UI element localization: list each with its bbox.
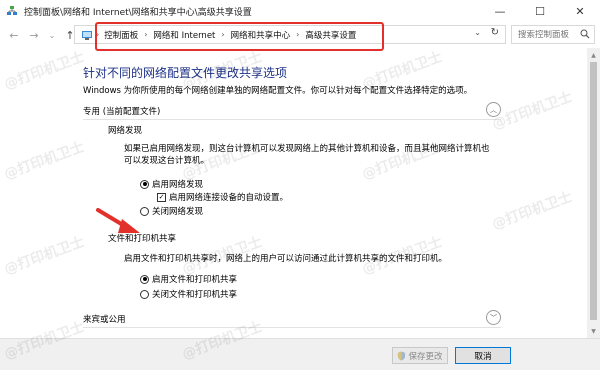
window-title: 控制面板\网络和 Internet\网络和共享中心\高级共享设置 xyxy=(24,7,252,18)
save-changes-label: 保存更改 xyxy=(408,351,443,362)
page-title: 针对不同的网络配置文件更改共享选项 xyxy=(83,66,288,80)
breadcrumb-highlight-box xyxy=(95,22,384,51)
save-changes-button[interactable]: 保存更改 xyxy=(392,347,448,364)
footer-bar: 保存更改 取消 xyxy=(0,338,600,370)
radio-button-selected[interactable] xyxy=(140,179,149,189)
close-button[interactable]: ✕ xyxy=(560,0,600,22)
scroll-up-icon[interactable]: ▲ xyxy=(587,49,600,61)
network-discovery-title: 网络发现 xyxy=(108,126,143,136)
maximize-button[interactable]: ☐ xyxy=(520,0,560,22)
scroll-down-icon[interactable]: ▼ xyxy=(587,325,600,337)
radio-label: 启用文件和打印机共享 xyxy=(152,275,238,285)
control-panel-icon xyxy=(82,30,92,40)
address-dropdown-icon[interactable]: ⌄ xyxy=(474,28,481,37)
scrollbar-thumb[interactable] xyxy=(590,62,597,320)
vertical-scrollbar[interactable]: ▲ ▼ xyxy=(587,48,600,338)
chevron-up-icon[interactable]: ︿ xyxy=(486,102,501,117)
radio-label: 启用网络发现 xyxy=(152,180,204,190)
search-box[interactable] xyxy=(511,25,595,44)
annotation-arrow-icon xyxy=(96,208,140,233)
network-sharing-icon xyxy=(7,6,17,15)
search-input[interactable] xyxy=(518,29,584,40)
search-icon xyxy=(580,29,590,39)
network-discovery-text: 如果已启用网络发现，则这台计算机可以发现网络上的其他计算机和设备，而且其他网络计… xyxy=(124,144,490,166)
minimize-button[interactable]: — xyxy=(480,0,520,22)
radio-label: 关闭网络发现 xyxy=(152,207,204,217)
forward-button[interactable]: → xyxy=(26,25,42,45)
radio-label: 关闭文件和打印机共享 xyxy=(152,290,238,300)
radio-enable-file-printer-sharing[interactable]: 启用文件和打印机共享 xyxy=(140,273,237,285)
file-printer-sharing-text: 启用文件和打印机共享时，网络上的用户可以访问通过此计算机共享的文件和打印机。 xyxy=(124,254,448,264)
title-bar: 控制面板\网络和 Internet\网络和共享中心\高级共享设置 — ☐ ✕ xyxy=(0,0,600,22)
checkbox-label: 启用网络连接设备的自动设置。 xyxy=(169,193,289,203)
chevron-down-icon[interactable]: ﹀ xyxy=(486,310,501,325)
profile-private-header[interactable]: 专用 (当前配置文件) ︿ xyxy=(83,102,501,120)
radio-enable-network-discovery[interactable]: 启用网络发现 xyxy=(140,178,203,190)
radio-disable-network-discovery[interactable]: 关闭网络发现 xyxy=(140,205,203,217)
radio-button[interactable] xyxy=(140,289,149,299)
content-pane: 针对不同的网络配置文件更改共享选项 Windows 为你所使用的每个网络创建单独… xyxy=(0,48,587,338)
uac-shield-icon xyxy=(398,351,406,360)
checkbox-checked[interactable]: ✓ xyxy=(157,192,166,202)
radio-button-selected[interactable] xyxy=(140,274,149,284)
profile-guest-public-header[interactable]: 来宾或公用 ﹀ xyxy=(83,310,501,328)
page-description: Windows 为你所使用的每个网络创建单独的网络配置文件。你可以针对每个配置文… xyxy=(83,86,473,96)
refresh-icon[interactable]: ↻ xyxy=(491,27,499,38)
cancel-button[interactable]: 取消 xyxy=(455,347,511,364)
back-button[interactable]: ← xyxy=(6,25,22,45)
radio-disable-file-printer-sharing[interactable]: 关闭文件和打印机共享 xyxy=(140,288,237,300)
recent-locations-button[interactable]: ⌄ xyxy=(44,25,60,45)
profile-guest-public-label: 来宾或公用 xyxy=(83,315,126,325)
profile-private-label: 专用 (当前配置文件) xyxy=(83,107,161,117)
checkbox-auto-setup[interactable]: ✓ 启用网络连接设备的自动设置。 xyxy=(157,191,288,203)
